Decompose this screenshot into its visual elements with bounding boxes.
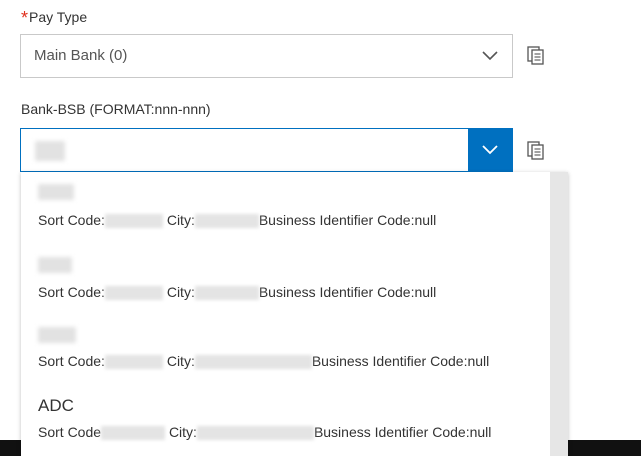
bank-bsb-select[interactable] bbox=[20, 128, 513, 172]
redacted-option-title bbox=[38, 184, 74, 200]
pay-type-dropdown-toggle[interactable] bbox=[468, 35, 512, 77]
city-label: City: bbox=[168, 424, 197, 440]
pay-type-label-text: Pay Type bbox=[29, 9, 88, 25]
chevron-down-icon bbox=[482, 145, 498, 155]
copy-icon[interactable] bbox=[527, 46, 545, 66]
pay-type-label: *Pay Type bbox=[21, 6, 88, 28]
sort-code-label: Sort Code: bbox=[38, 284, 105, 300]
redacted-value bbox=[196, 426, 314, 441]
redacted-value bbox=[104, 355, 163, 370]
bank-bsb-label: Bank-BSB (FORMAT:nnn-nnn) bbox=[21, 101, 211, 117]
bic-label: Business Identifier Code:null bbox=[313, 424, 492, 440]
bank-bsb-dropdown-toggle[interactable] bbox=[468, 129, 512, 171]
redacted-value bbox=[104, 214, 163, 229]
scrollbar[interactable] bbox=[550, 172, 568, 456]
option-detail: Sort Code: City: Business Identifier Code… bbox=[38, 353, 490, 370]
chevron-down-icon bbox=[482, 51, 498, 61]
option-detail: Sort Code: City: Business Identifier Code… bbox=[38, 284, 437, 301]
redacted-value bbox=[194, 286, 259, 301]
redacted-value bbox=[194, 355, 312, 370]
copy-icon[interactable] bbox=[527, 141, 545, 161]
option-title: ADC bbox=[38, 396, 74, 415]
sort-code-label: Sort Code bbox=[38, 424, 102, 440]
city-label: City: bbox=[166, 284, 195, 300]
redacted-value bbox=[104, 286, 163, 301]
required-marker: * bbox=[21, 8, 29, 28]
sort-code-label: Sort Code: bbox=[38, 212, 105, 228]
bank-bsb-options-list[interactable]: Sort Code: City: Business Identifier Code… bbox=[21, 172, 568, 456]
pay-type-value: Main Bank (0) bbox=[34, 47, 128, 64]
redacted-value bbox=[101, 426, 166, 441]
option-detail: Sort Code: City: Business Identifier Code… bbox=[38, 212, 437, 229]
sort-code-label: Sort Code: bbox=[38, 353, 105, 369]
redacted-input-text bbox=[35, 141, 65, 161]
city-label: City: bbox=[166, 212, 195, 228]
bic-label: Business Identifier Code:null bbox=[258, 284, 437, 300]
redacted-value bbox=[194, 214, 259, 229]
redacted-option-title bbox=[38, 327, 76, 343]
option-detail: Sort Code City: Business Identifier Code:… bbox=[38, 424, 492, 441]
bic-label: Business Identifier Code:null bbox=[311, 353, 490, 369]
city-label: City: bbox=[166, 353, 195, 369]
redacted-option-title bbox=[38, 257, 72, 273]
pay-type-select[interactable]: Main Bank (0) bbox=[20, 34, 513, 78]
bic-label: Business Identifier Code:null bbox=[258, 212, 437, 228]
